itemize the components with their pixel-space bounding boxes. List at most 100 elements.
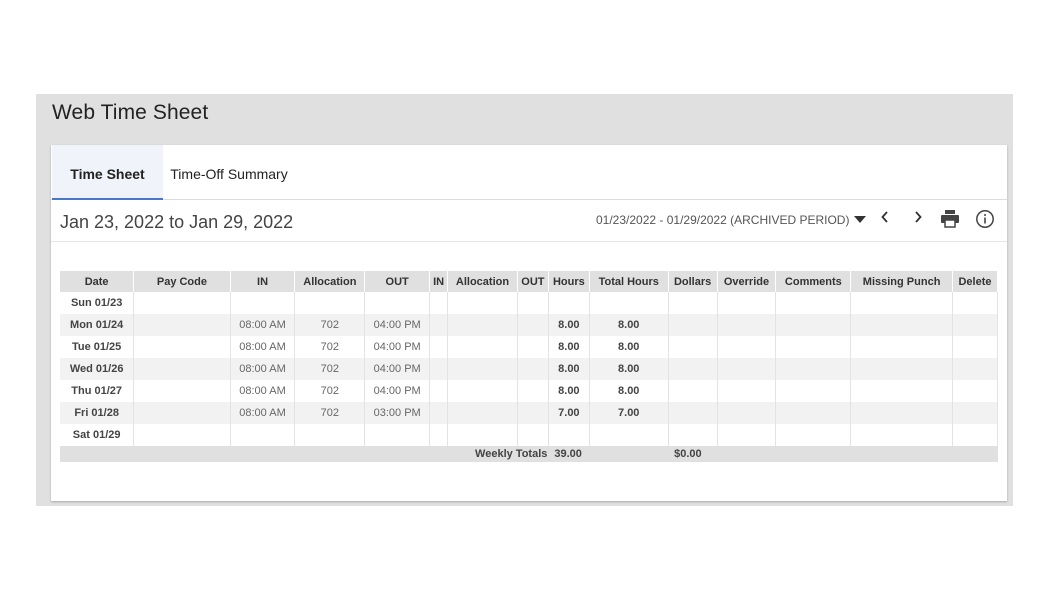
allocation-2-cell[interactable] xyxy=(447,402,518,424)
allocation-cell[interactable]: 702 xyxy=(294,314,366,336)
pay-code-cell[interactable] xyxy=(133,358,231,380)
delete-cell[interactable] xyxy=(952,292,999,314)
in-2-cell[interactable] xyxy=(429,402,449,424)
allocation-2-cell[interactable] xyxy=(447,358,518,380)
missing-punch-cell[interactable] xyxy=(850,358,953,380)
in-cell[interactable]: 08:00 AM xyxy=(230,380,296,402)
out-2-cell[interactable] xyxy=(517,292,549,314)
col-date: Date xyxy=(60,271,135,292)
allocation-cell[interactable]: 702 xyxy=(294,380,366,402)
tab-time-off-summary[interactable]: Time-Off Summary xyxy=(169,145,289,200)
missing-punch-cell[interactable] xyxy=(850,314,953,336)
override-cell[interactable] xyxy=(717,336,777,358)
allocation-cell[interactable] xyxy=(294,292,366,314)
in-cell[interactable]: 08:00 AM xyxy=(230,402,296,424)
missing-punch-cell[interactable] xyxy=(850,336,953,358)
col-override: Override xyxy=(717,271,777,292)
date-cell: Tue 01/25 xyxy=(60,336,135,358)
comments-cell[interactable] xyxy=(775,402,852,424)
timesheet-card: Time Sheet Time-Off Summary Jan 23, 2022… xyxy=(51,145,1007,501)
table-row: Sun 01/23 xyxy=(60,292,999,314)
in-2-cell[interactable] xyxy=(429,358,449,380)
in-2-cell[interactable] xyxy=(429,314,449,336)
weekly-total-hours: 39.00 xyxy=(548,446,590,462)
in-2-cell[interactable] xyxy=(429,336,449,358)
in-cell[interactable]: 08:00 AM xyxy=(230,336,296,358)
allocation-2-cell[interactable] xyxy=(447,292,518,314)
override-cell[interactable] xyxy=(717,292,777,314)
out-cell[interactable] xyxy=(364,292,431,314)
allocation-cell[interactable] xyxy=(294,424,366,446)
comments-cell[interactable] xyxy=(775,424,852,446)
period-dropdown[interactable]: 01/23/2022 - 01/29/2022 (ARCHIVED PERIOD… xyxy=(596,213,867,227)
missing-punch-cell[interactable] xyxy=(850,424,953,446)
missing-punch-cell[interactable] xyxy=(850,380,953,402)
pay-code-cell[interactable] xyxy=(133,402,231,424)
allocation-cell[interactable]: 702 xyxy=(294,358,366,380)
missing-punch-cell[interactable] xyxy=(850,402,953,424)
col-out-2: OUT xyxy=(517,271,549,292)
out-cell[interactable]: 04:00 PM xyxy=(364,380,431,402)
allocation-2-cell[interactable] xyxy=(447,380,518,402)
out-2-cell[interactable] xyxy=(517,358,549,380)
out-2-cell[interactable] xyxy=(517,424,549,446)
previous-period-button[interactable] xyxy=(875,209,895,231)
override-cell[interactable] xyxy=(717,424,777,446)
override-cell[interactable] xyxy=(717,314,777,336)
col-dollars: Dollars xyxy=(668,271,718,292)
in-2-cell[interactable] xyxy=(429,380,449,402)
comments-cell[interactable] xyxy=(775,358,852,380)
date-cell: Wed 01/26 xyxy=(60,358,135,380)
table-row: Sat 01/29 xyxy=(60,424,999,446)
date-cell: Fri 01/28 xyxy=(60,402,135,424)
total-hours-cell: 8.00 xyxy=(589,336,669,358)
info-button[interactable] xyxy=(975,209,995,229)
delete-cell[interactable] xyxy=(952,424,999,446)
in-cell[interactable] xyxy=(230,292,296,314)
out-2-cell[interactable] xyxy=(517,402,549,424)
pay-code-cell[interactable] xyxy=(133,336,231,358)
in-2-cell[interactable] xyxy=(429,292,449,314)
out-cell[interactable]: 03:00 PM xyxy=(364,402,431,424)
allocation-2-cell[interactable] xyxy=(447,314,518,336)
delete-cell[interactable] xyxy=(952,380,999,402)
comments-cell[interactable] xyxy=(775,380,852,402)
out-cell[interactable] xyxy=(364,424,431,446)
pay-code-cell[interactable] xyxy=(133,314,231,336)
in-cell[interactable]: 08:00 AM xyxy=(230,358,296,380)
allocation-2-cell[interactable] xyxy=(447,424,518,446)
delete-cell[interactable] xyxy=(952,402,999,424)
comments-cell[interactable] xyxy=(775,292,852,314)
in-cell[interactable]: 08:00 AM xyxy=(230,314,296,336)
override-cell[interactable] xyxy=(717,380,777,402)
timesheet-panel: Web Time Sheet Time Sheet Time-Off Summa… xyxy=(36,94,1013,506)
out-2-cell[interactable] xyxy=(517,314,549,336)
out-cell[interactable]: 04:00 PM xyxy=(364,314,431,336)
col-missing-punch: Missing Punch xyxy=(850,271,953,292)
out-2-cell[interactable] xyxy=(517,336,549,358)
in-cell[interactable] xyxy=(230,424,296,446)
allocation-cell[interactable]: 702 xyxy=(294,336,366,358)
print-button[interactable] xyxy=(940,210,962,230)
allocation-2-cell[interactable] xyxy=(447,336,518,358)
tab-time-sheet[interactable]: Time Sheet xyxy=(52,145,163,200)
pay-code-cell[interactable] xyxy=(133,380,231,402)
out-2-cell[interactable] xyxy=(517,380,549,402)
out-cell[interactable]: 04:00 PM xyxy=(364,358,431,380)
override-cell[interactable] xyxy=(717,402,777,424)
next-period-button[interactable] xyxy=(908,209,928,231)
pay-code-cell[interactable] xyxy=(133,424,231,446)
date-cell: Thu 01/27 xyxy=(60,380,135,402)
out-cell[interactable]: 04:00 PM xyxy=(364,336,431,358)
delete-cell[interactable] xyxy=(952,358,999,380)
allocation-cell[interactable]: 702 xyxy=(294,402,366,424)
override-cell[interactable] xyxy=(717,358,777,380)
comments-cell[interactable] xyxy=(775,314,852,336)
in-2-cell[interactable] xyxy=(429,424,449,446)
comments-cell[interactable] xyxy=(775,336,852,358)
delete-cell[interactable] xyxy=(952,314,999,336)
delete-cell[interactable] xyxy=(952,336,999,358)
pay-code-cell[interactable] xyxy=(133,292,231,314)
missing-punch-cell[interactable] xyxy=(850,292,953,314)
col-delete: Delete xyxy=(952,271,999,292)
